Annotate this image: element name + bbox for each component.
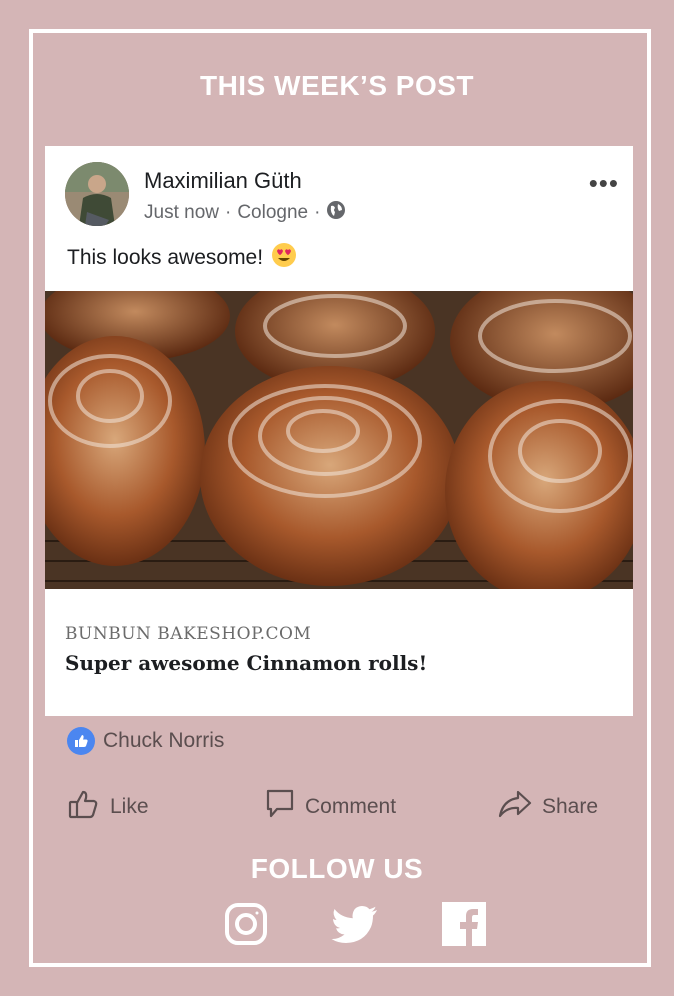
page-title: THIS WEEK’S POST	[199, 70, 475, 101]
post-text: This looks awesome!	[67, 242, 297, 274]
comment-icon	[265, 788, 295, 826]
like-label: Like	[110, 795, 149, 818]
share-icon	[498, 788, 532, 826]
meta-separator: ·	[314, 202, 321, 223]
link-domain[interactable]: BUNBUN BAKESHOP.COM	[65, 624, 311, 644]
avatar[interactable]	[65, 162, 129, 226]
heart-eyes-emoji-icon	[271, 242, 297, 274]
comment-button[interactable]: Comment	[265, 788, 396, 826]
post-time[interactable]: Just now	[144, 202, 219, 224]
post-photo[interactable]	[45, 291, 633, 589]
more-dots-icon[interactable]: •••	[589, 168, 619, 199]
share-button[interactable]: Share	[498, 788, 598, 826]
liker-name: Chuck Norris	[103, 729, 225, 752]
post-location[interactable]: Cologne	[237, 202, 308, 224]
twitter-icon[interactable]	[331, 902, 379, 946]
facebook-icon[interactable]	[442, 902, 486, 946]
post-author[interactable]: Maximilian Güth	[144, 168, 302, 194]
instagram-icon[interactable]	[224, 902, 268, 946]
comment-label: Comment	[305, 795, 397, 818]
link-title[interactable]: Super awesome Cinnamon rolls!	[65, 651, 427, 675]
like-button[interactable]: Like	[68, 788, 149, 826]
like-outline-icon	[68, 788, 100, 826]
meta-separator: ·	[224, 202, 232, 223]
post-card: Maximilian Güth Just now · Cologne · •••…	[45, 146, 633, 716]
post-meta: Just now · Cologne ·	[144, 200, 346, 226]
follow-us-title: FOLLOW US	[250, 853, 424, 884]
post-message: This looks awesome!	[67, 246, 264, 269]
share-label: Share	[542, 795, 599, 818]
thumbs-up-icon	[67, 727, 95, 755]
globe-icon	[326, 200, 346, 226]
reactions-row[interactable]: Chuck Norris	[67, 727, 224, 755]
